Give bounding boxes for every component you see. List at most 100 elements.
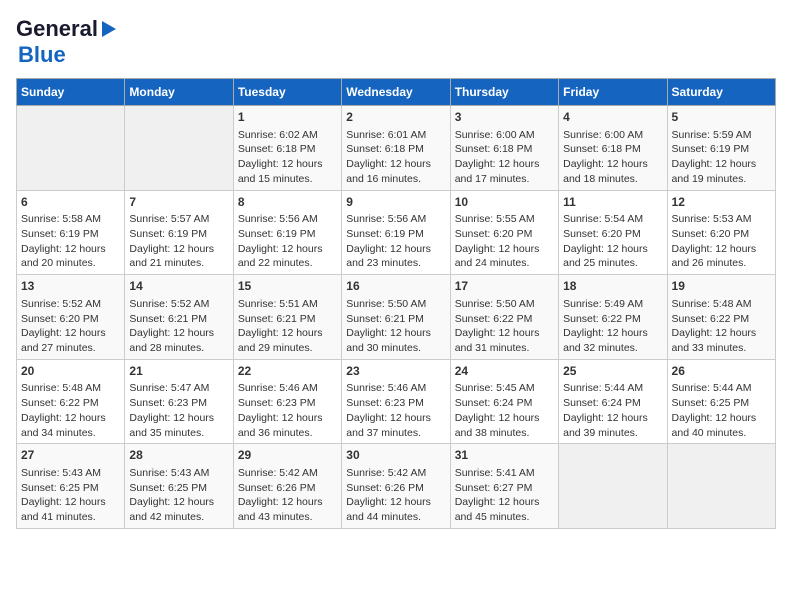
day-cell: 23Sunrise: 5:46 AMSunset: 6:23 PMDayligh… xyxy=(342,359,450,444)
day-cell: 20Sunrise: 5:48 AMSunset: 6:22 PMDayligh… xyxy=(17,359,125,444)
daylight-text: Daylight: 12 hours and 15 minutes. xyxy=(238,158,323,185)
sunset-text: Sunset: 6:23 PM xyxy=(346,397,424,409)
day-cell: 10Sunrise: 5:55 AMSunset: 6:20 PMDayligh… xyxy=(450,190,558,275)
day-number: 18 xyxy=(563,278,662,295)
day-number: 2 xyxy=(346,109,445,126)
sunset-text: Sunset: 6:19 PM xyxy=(346,228,424,240)
daylight-text: Daylight: 12 hours and 42 minutes. xyxy=(129,496,214,523)
day-cell: 13Sunrise: 5:52 AMSunset: 6:20 PMDayligh… xyxy=(17,275,125,360)
sunset-text: Sunset: 6:26 PM xyxy=(346,482,424,494)
week-row-5: 27Sunrise: 5:43 AMSunset: 6:25 PMDayligh… xyxy=(17,444,776,529)
day-cell: 19Sunrise: 5:48 AMSunset: 6:22 PMDayligh… xyxy=(667,275,775,360)
header-cell-sunday: Sunday xyxy=(17,79,125,106)
day-number: 9 xyxy=(346,194,445,211)
sunset-text: Sunset: 6:25 PM xyxy=(21,482,99,494)
sunset-text: Sunset: 6:25 PM xyxy=(672,397,750,409)
sunset-text: Sunset: 6:21 PM xyxy=(346,313,424,325)
sunrise-text: Sunrise: 5:59 AM xyxy=(672,129,752,141)
day-cell: 9Sunrise: 5:56 AMSunset: 6:19 PMDaylight… xyxy=(342,190,450,275)
day-number: 1 xyxy=(238,109,337,126)
daylight-text: Daylight: 12 hours and 29 minutes. xyxy=(238,327,323,354)
daylight-text: Daylight: 12 hours and 41 minutes. xyxy=(21,496,106,523)
day-cell: 2 Sunrise: 6:01 AM Sunset: 6:18 PM Daylight… xyxy=(342,106,450,191)
day-cell: 25Sunrise: 5:44 AMSunset: 6:24 PMDayligh… xyxy=(559,359,667,444)
daylight-text: Daylight: 12 hours and 34 minutes. xyxy=(21,412,106,439)
sunrise-text: Sunrise: 5:56 AM xyxy=(238,213,318,225)
week-row-4: 20Sunrise: 5:48 AMSunset: 6:22 PMDayligh… xyxy=(17,359,776,444)
sunset-text: Sunset: 6:20 PM xyxy=(455,228,533,240)
day-number: 6 xyxy=(21,194,120,211)
day-number: 15 xyxy=(238,278,337,295)
day-number: 30 xyxy=(346,447,445,464)
day-cell xyxy=(125,106,233,191)
header-cell-wednesday: Wednesday xyxy=(342,79,450,106)
sunrise-text: Sunrise: 5:56 AM xyxy=(346,213,426,225)
header-cell-thursday: Thursday xyxy=(450,79,558,106)
day-number: 20 xyxy=(21,363,120,380)
day-number: 19 xyxy=(672,278,771,295)
day-cell xyxy=(559,444,667,529)
day-cell: 3Sunrise: 6:00 AMSunset: 6:18 PMDaylight… xyxy=(450,106,558,191)
logo-text-general: General xyxy=(16,16,98,42)
day-number: 4 xyxy=(563,109,662,126)
week-row-2: 6 Sunrise: 5:58 AM Sunset: 6:19 PM Daylight… xyxy=(17,190,776,275)
day-number: 14 xyxy=(129,278,228,295)
sunset-text: Sunset: 6:23 PM xyxy=(129,397,207,409)
sunrise-text: Sunrise: 5:43 AM xyxy=(129,467,209,479)
day-cell: 31Sunrise: 5:41 AMSunset: 6:27 PMDayligh… xyxy=(450,444,558,529)
sunrise-text: Sunrise: 5:48 AM xyxy=(672,298,752,310)
daylight-text: Daylight: 12 hours and 22 minutes. xyxy=(238,243,323,270)
day-number: 12 xyxy=(672,194,771,211)
sunrise-text: Sunrise: 5:50 AM xyxy=(346,298,426,310)
day-number: 7 xyxy=(129,194,228,211)
sunrise-text: Sunrise: 6:00 AM xyxy=(455,129,535,141)
sunset-text: Sunset: 6:18 PM xyxy=(346,143,424,155)
sunset-text: Sunset: 6:18 PM xyxy=(455,143,533,155)
sunrise-text: Sunrise: 5:49 AM xyxy=(563,298,643,310)
sunset-text: Sunset: 6:19 PM xyxy=(672,143,750,155)
sunset-text: Sunset: 6:27 PM xyxy=(455,482,533,494)
sunset-text: Sunset: 6:20 PM xyxy=(563,228,641,240)
header-cell-friday: Friday xyxy=(559,79,667,106)
sunrise-text: Sunrise: 5:42 AM xyxy=(346,467,426,479)
day-number: 10 xyxy=(455,194,554,211)
logo-arrow-icon xyxy=(98,19,118,39)
sunrise-text: Sunrise: 5:48 AM xyxy=(21,382,101,394)
logo: General Blue xyxy=(16,16,118,68)
day-cell: 1Sunrise: 6:02 AMSunset: 6:18 PMDaylight… xyxy=(233,106,341,191)
sunrise-text: Sunrise: 5:58 AM xyxy=(21,213,101,225)
sunset-text: Sunset: 6:18 PM xyxy=(563,143,641,155)
sunrise-text: Sunrise: 5:45 AM xyxy=(455,382,535,394)
day-cell: 29Sunrise: 5:42 AMSunset: 6:26 PMDayligh… xyxy=(233,444,341,529)
sunset-text: Sunset: 6:21 PM xyxy=(238,313,316,325)
day-cell: 26Sunrise: 5:44 AMSunset: 6:25 PMDayligh… xyxy=(667,359,775,444)
day-number: 17 xyxy=(455,278,554,295)
sunset-text: Sunset: 6:20 PM xyxy=(672,228,750,240)
sunrise-text: Sunrise: 5:52 AM xyxy=(21,298,101,310)
sunrise-text: Sunrise: 5:54 AM xyxy=(563,213,643,225)
page-header: General Blue xyxy=(16,16,776,68)
sunrise-text: Sunrise: 5:41 AM xyxy=(455,467,535,479)
calendar-table: SundayMondayTuesdayWednesdayThursdayFrid… xyxy=(16,78,776,529)
sunset-text: Sunset: 6:19 PM xyxy=(238,228,316,240)
day-number: 23 xyxy=(346,363,445,380)
day-cell: 4Sunrise: 6:00 AMSunset: 6:18 PMDaylight… xyxy=(559,106,667,191)
daylight-text: Daylight: 12 hours and 16 minutes. xyxy=(346,158,431,185)
day-cell: 18Sunrise: 5:49 AMSunset: 6:22 PMDayligh… xyxy=(559,275,667,360)
sunset-text: Sunset: 6:26 PM xyxy=(238,482,316,494)
day-cell: 6Sunrise: 5:58 AMSunset: 6:19 PMDaylight… xyxy=(17,190,125,275)
sunrise-text: Sunrise: 6:00 AM xyxy=(563,129,643,141)
sunrise-text: Sunrise: 5:55 AM xyxy=(455,213,535,225)
day-cell: 15Sunrise: 5:51 AMSunset: 6:21 PMDayligh… xyxy=(233,275,341,360)
daylight-text: Daylight: 12 hours and 17 minutes. xyxy=(455,158,540,185)
daylight-text: Daylight: 12 hours and 38 minutes. xyxy=(455,412,540,439)
sunrise-text: Sunrise: 5:50 AM xyxy=(455,298,535,310)
sunrise-text: Sunrise: 6:01 AM xyxy=(346,129,426,141)
header-cell-saturday: Saturday xyxy=(667,79,775,106)
day-number: 29 xyxy=(238,447,337,464)
day-cell: 16Sunrise: 5:50 AMSunset: 6:21 PMDayligh… xyxy=(342,275,450,360)
sunset-text: Sunset: 6:24 PM xyxy=(455,397,533,409)
sunset-text: Sunset: 6:18 PM xyxy=(238,143,316,155)
day-cell: 28Sunrise: 5:43 AMSunset: 6:25 PMDayligh… xyxy=(125,444,233,529)
daylight-text: Daylight: 12 hours and 36 minutes. xyxy=(238,412,323,439)
